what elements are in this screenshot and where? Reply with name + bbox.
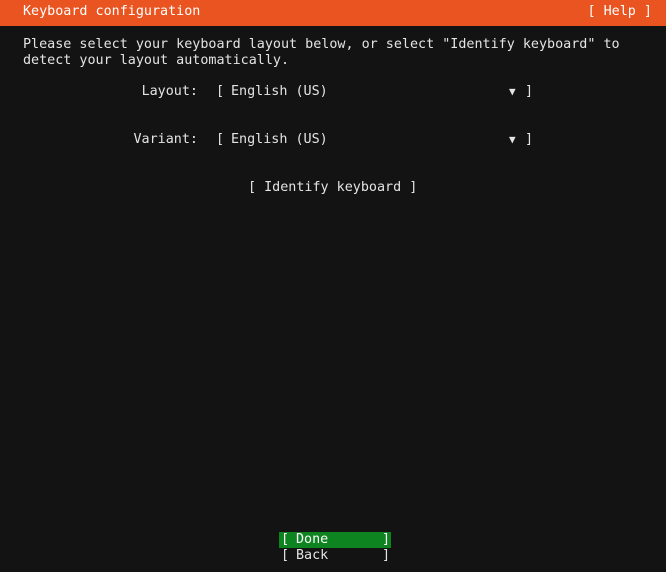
done-close-bracket: ]: [382, 532, 391, 547]
variant-row: Variant: [ English (US) ▼ ]: [0, 132, 666, 148]
variant-select-open-bracket[interactable]: [: [216, 132, 224, 148]
done-open-bracket: [: [281, 532, 290, 547]
variant-select-close-bracket[interactable]: ]: [525, 132, 533, 148]
chevron-down-icon[interactable]: ▼: [509, 132, 516, 148]
layout-label: Layout:: [141, 84, 198, 99]
back-label: Back: [296, 548, 329, 563]
title-bar: Keyboard configuration [ Help ]: [0, 0, 666, 26]
layout-select[interactable]: English (US): [231, 84, 328, 100]
identify-keyboard-button[interactable]: [ Identify keyboard ]: [248, 180, 417, 196]
layout-select-open-bracket[interactable]: [: [216, 84, 224, 100]
variant-label: Variant:: [133, 132, 199, 147]
done-button[interactable]: [ Done ]: [279, 532, 391, 548]
layout-row: Layout: [ English (US) ▼ ]: [0, 84, 666, 100]
chevron-down-icon[interactable]: ▼: [509, 84, 516, 100]
instructions-text: Please select your keyboard layout below…: [23, 37, 628, 68]
back-button[interactable]: [ Back ]: [279, 548, 391, 564]
back-close-bracket: ]: [382, 548, 391, 563]
variant-select[interactable]: English (US): [231, 132, 328, 148]
layout-select-close-bracket[interactable]: ]: [525, 84, 533, 100]
done-label: Done: [296, 532, 329, 547]
back-open-bracket: [: [281, 548, 290, 563]
help-button[interactable]: [ Help ]: [588, 4, 653, 20]
window-title: Keyboard configuration: [23, 4, 201, 19]
